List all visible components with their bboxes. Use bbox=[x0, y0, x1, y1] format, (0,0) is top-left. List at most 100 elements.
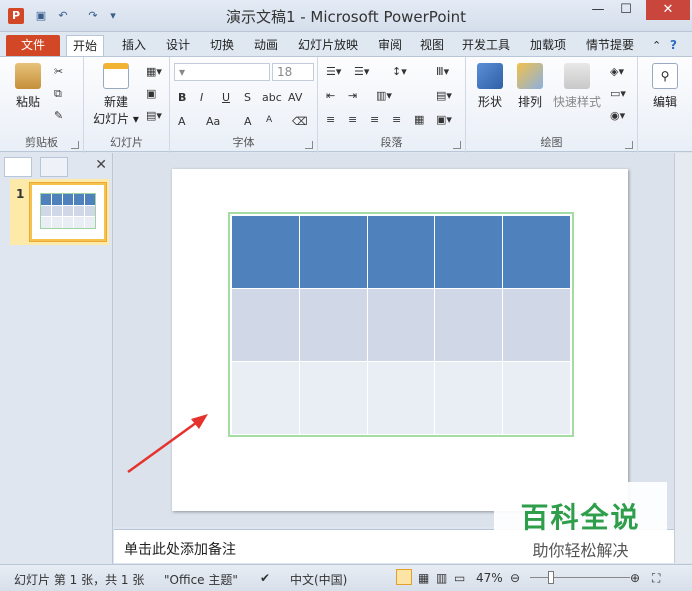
slide-sorter-icon[interactable]: ▦ bbox=[418, 571, 429, 585]
close-button[interactable]: ✕ bbox=[646, 0, 690, 20]
table-cell[interactable] bbox=[367, 362, 435, 434]
help-icon[interactable]: ? bbox=[664, 35, 683, 56]
table-header-cell[interactable] bbox=[435, 216, 503, 288]
format-painter-icon[interactable]: ✎ bbox=[54, 109, 63, 127]
table-cell[interactable] bbox=[299, 289, 367, 361]
table-cell[interactable] bbox=[503, 289, 570, 361]
font-color-button[interactable]: A bbox=[178, 115, 186, 133]
zoom-in-icon[interactable]: ⊕ bbox=[630, 571, 640, 585]
line-spacing-icon[interactable]: ↕▾ bbox=[392, 65, 407, 83]
tab-home[interactable]: 开始 bbox=[66, 35, 105, 56]
table-cell[interactable] bbox=[367, 289, 435, 361]
shape-outline-icon[interactable]: ▭▾ bbox=[610, 87, 626, 105]
decrease-indent-icon[interactable]: ⇤ bbox=[326, 89, 335, 107]
maximize-button[interactable]: ☐ bbox=[612, 0, 640, 20]
increase-indent-icon[interactable]: ⇥ bbox=[348, 89, 357, 107]
tab-view[interactable]: 视图 bbox=[414, 35, 450, 56]
tab-review[interactable]: 审阅 bbox=[372, 35, 408, 56]
zoom-level[interactable]: 47% bbox=[476, 571, 503, 585]
spell-check-icon[interactable]: ✔ bbox=[260, 571, 270, 585]
shapes-button[interactable]: 形状 bbox=[472, 63, 508, 110]
tab-developer[interactable]: 开发工具 bbox=[456, 35, 516, 56]
tab-addins[interactable]: 加载项 bbox=[524, 35, 572, 56]
shrink-font-button[interactable]: A bbox=[266, 115, 272, 133]
smartart-icon[interactable]: ▣▾ bbox=[436, 113, 452, 131]
vertical-scrollbar[interactable] bbox=[674, 153, 692, 563]
slides-tab[interactable] bbox=[4, 157, 32, 177]
group-paragraph: ☰▾ ☰▾ ↕▾ Ⅲ▾ ⇤ ⇥ ▥▾ ▤▾ ≡ ≡ ≡ ≡ ▦ ▣▾ 段落 bbox=[318, 57, 466, 153]
slide-thumbnail[interactable] bbox=[30, 183, 106, 241]
clipboard-launcher-icon[interactable] bbox=[71, 141, 79, 149]
minimize-button[interactable]: — bbox=[584, 0, 612, 20]
bold-button[interactable]: B bbox=[178, 91, 186, 109]
table-header-cell[interactable] bbox=[299, 216, 367, 288]
distributed-icon[interactable]: ▦ bbox=[414, 113, 424, 131]
slideshow-view-icon[interactable]: ▭ bbox=[454, 571, 465, 585]
slide-canvas[interactable] bbox=[172, 169, 628, 511]
tab-animations[interactable]: 动画 bbox=[248, 35, 284, 56]
tab-insert[interactable]: 插入 bbox=[116, 35, 152, 56]
justify-icon[interactable]: ≡ bbox=[392, 113, 401, 131]
align-left-icon[interactable]: ≡ bbox=[326, 113, 335, 131]
language-status[interactable]: 中文(中国) bbox=[290, 571, 347, 588]
table-cell[interactable] bbox=[232, 362, 299, 434]
fit-to-window-icon[interactable]: ⛶ bbox=[652, 571, 660, 586]
arrange-button[interactable]: 排列 bbox=[512, 63, 548, 110]
table-header-cell[interactable] bbox=[503, 216, 570, 288]
drawing-launcher-icon[interactable] bbox=[625, 141, 633, 149]
quick-styles-button[interactable]: 快速样式 bbox=[550, 63, 604, 110]
zoom-out-icon[interactable]: ⊖ bbox=[510, 571, 520, 585]
ribbon: 粘贴 ✂ ⧉ ✎ 剪贴板 新建 幻灯片 ▾ ▦▾ ▣ ▤▾ 幻灯片 ▾ 18 B… bbox=[0, 56, 692, 153]
align-center-icon[interactable]: ≡ bbox=[348, 113, 357, 131]
table-cell[interactable] bbox=[232, 289, 299, 361]
zoom-slider-track[interactable] bbox=[530, 577, 630, 578]
numbering-icon[interactable]: ☰▾ bbox=[354, 65, 369, 83]
shadow-button[interactable]: abc bbox=[262, 91, 282, 109]
grow-font-button[interactable]: A bbox=[244, 115, 252, 133]
reading-view-icon[interactable]: ▥ bbox=[436, 571, 447, 585]
tab-transitions[interactable]: 切换 bbox=[204, 35, 240, 56]
text-direction-icon[interactable]: Ⅲ▾ bbox=[436, 65, 449, 83]
columns-icon[interactable]: ▥▾ bbox=[376, 89, 392, 107]
shape-fill-icon[interactable]: ◈▾ bbox=[610, 65, 624, 83]
italic-button[interactable]: I bbox=[200, 91, 203, 109]
normal-view-icon[interactable] bbox=[396, 569, 412, 585]
reset-icon[interactable]: ▣ bbox=[146, 87, 156, 105]
theme-status[interactable]: "Office 主题" bbox=[164, 571, 238, 588]
table-header-cell[interactable] bbox=[232, 216, 299, 288]
editing-button[interactable]: ⚲ 编辑 bbox=[646, 63, 684, 110]
tab-slideshow[interactable]: 幻灯片放映 bbox=[292, 35, 364, 56]
bullets-icon[interactable]: ☰▾ bbox=[326, 65, 341, 83]
tab-storyboarding[interactable]: 情节提要 bbox=[580, 35, 640, 56]
font-launcher-icon[interactable] bbox=[305, 141, 313, 149]
section-icon[interactable]: ▤▾ bbox=[146, 109, 162, 127]
font-name-input[interactable]: ▾ bbox=[174, 63, 270, 81]
outline-tab[interactable] bbox=[40, 157, 68, 177]
change-case-button[interactable]: Aa bbox=[206, 115, 220, 133]
align-right-icon[interactable]: ≡ bbox=[370, 113, 379, 131]
tab-file[interactable]: 文件 bbox=[6, 35, 60, 56]
new-slide-button[interactable]: 新建 幻灯片 ▾ bbox=[90, 63, 142, 127]
cut-icon[interactable]: ✂ bbox=[54, 65, 63, 83]
strikethrough-button[interactable]: S bbox=[244, 91, 251, 109]
paragraph-launcher-icon[interactable] bbox=[453, 141, 461, 149]
table-cell[interactable] bbox=[299, 362, 367, 434]
shape-effects-icon[interactable]: ◉▾ bbox=[610, 109, 625, 127]
pane-close-button[interactable]: ✕ bbox=[95, 157, 107, 173]
tab-design[interactable]: 设计 bbox=[160, 35, 196, 56]
align-text-icon[interactable]: ▤▾ bbox=[436, 89, 452, 107]
paste-button[interactable]: 粘贴 bbox=[10, 63, 46, 110]
copy-icon[interactable]: ⧉ bbox=[54, 87, 62, 105]
table-cell[interactable] bbox=[503, 362, 570, 434]
clear-formatting-icon[interactable]: ⌫ bbox=[292, 115, 308, 133]
font-size-input[interactable]: 18 bbox=[272, 63, 314, 81]
table-header-cell[interactable] bbox=[367, 216, 435, 288]
font-group-label: 字体 bbox=[232, 136, 255, 149]
table-cell[interactable] bbox=[435, 362, 503, 434]
zoom-slider-thumb[interactable] bbox=[547, 571, 554, 584]
character-spacing-button[interactable]: AV bbox=[288, 91, 302, 109]
underline-button[interactable]: U bbox=[222, 91, 230, 109]
table-cell[interactable] bbox=[435, 289, 503, 361]
layout-icon[interactable]: ▦▾ bbox=[146, 65, 162, 83]
slide-table[interactable] bbox=[228, 212, 574, 437]
